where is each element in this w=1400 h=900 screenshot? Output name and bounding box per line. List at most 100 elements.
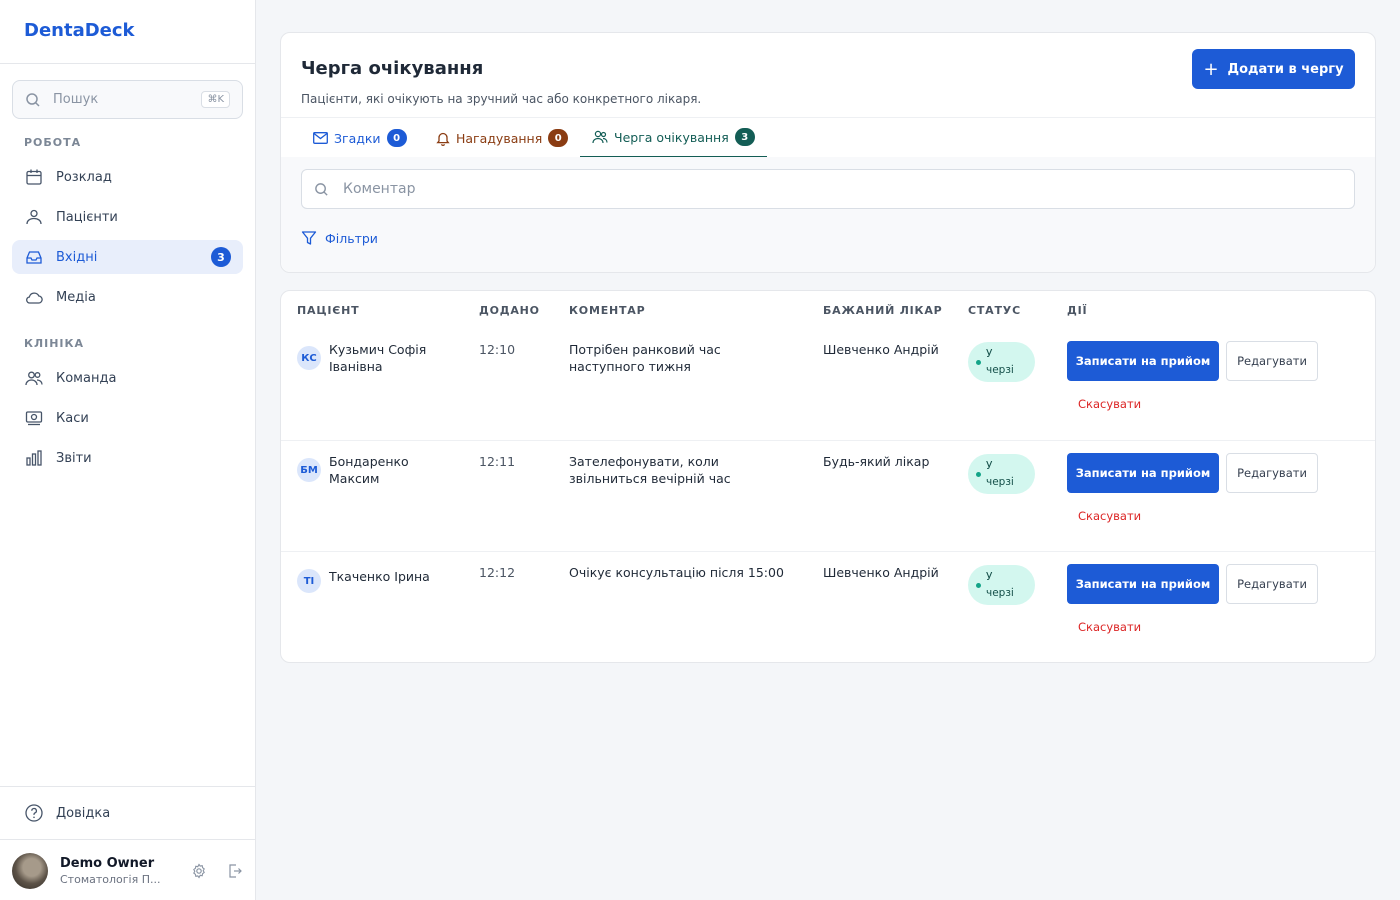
column-header[interactable]: БАЖАНИЙ ЛІКАР: [823, 304, 943, 317]
plus-icon: +: [1203, 58, 1219, 80]
sidebar-item-inbox[interactable]: Вхідні 3: [12, 240, 243, 274]
add-to-queue-label: Додати в чергу: [1227, 61, 1344, 77]
column-header[interactable]: СТАТУС: [968, 304, 1021, 317]
table-row: БМ Бондаренко Максим 12:11 Зателефонуват…: [281, 440, 1375, 551]
book-appointment-button[interactable]: Записати на прийом: [1067, 564, 1219, 604]
filters-toggle[interactable]: Фільтри: [301, 230, 378, 246]
sidebar-item-label: Пацієнти: [56, 209, 118, 225]
user-profile: Demo Owner Стоматологія П...: [0, 841, 255, 900]
tab-label: Згадки: [334, 130, 381, 146]
calendar-icon: [24, 167, 44, 187]
sidebar-item-label: Звіти: [56, 450, 92, 466]
tab-reminders[interactable]: Нагадування 0: [424, 118, 580, 158]
patient-name[interactable]: Бондаренко Максим: [329, 453, 449, 487]
tab-waitlist[interactable]: Черга очікування 3: [580, 118, 767, 158]
status-dot-icon: [976, 582, 981, 588]
section-label-work: РОБОТА: [24, 136, 82, 149]
sidebar-item-reports[interactable]: Звіти: [12, 441, 243, 475]
status-badge: У черзі: [968, 454, 1035, 494]
column-header[interactable]: ПАЦІЄНТ: [297, 304, 359, 317]
sidebar-item-label: Вхідні: [56, 249, 98, 265]
column-header[interactable]: ДОДАНО: [479, 304, 540, 317]
page-title: Черга очікування: [301, 58, 484, 79]
preferred-doctor: Шевченко Андрій: [823, 565, 939, 580]
table-row: ТІ Ткаченко Ірина 12:12 Очікує консульта…: [281, 551, 1375, 662]
sidebar-item-patients[interactable]: Пацієнти: [12, 200, 243, 234]
filter-icon: [301, 230, 317, 246]
team-icon: [24, 368, 44, 388]
inbox-icon: [24, 247, 44, 267]
search-shortcut: ⌘K: [201, 91, 230, 108]
add-to-queue-button[interactable]: + Додати в чергу: [1192, 49, 1355, 89]
bar-chart-icon: [24, 448, 44, 468]
status-dot-icon: [976, 359, 981, 365]
tab-label: Черга очікування: [614, 129, 729, 145]
cancel-button[interactable]: Скасувати: [1078, 509, 1141, 523]
column-header[interactable]: КОМЕНТАР: [569, 304, 646, 317]
tabs: Згадки 0 Нагадування 0 Черга очікування …: [281, 117, 1375, 158]
logout-icon[interactable]: [227, 863, 243, 879]
edit-button[interactable]: Редагувати: [1226, 341, 1318, 381]
status-badge: У черзі: [968, 342, 1035, 382]
avatar[interactable]: [12, 852, 48, 889]
comment-text: Потрібен ранковий час наступного тижня: [569, 342, 721, 374]
comment-search-input[interactable]: [343, 181, 1342, 197]
column-header: ДІЇ: [1067, 304, 1088, 317]
waitlist-header-card: Черга очікування Пацієнти, які очікують …: [280, 32, 1376, 273]
sidebar: DentaDeck Пошук ⌘K РОБОТА Розклад Пацієн…: [0, 0, 256, 900]
status-badge: У черзі: [968, 565, 1035, 605]
edit-button[interactable]: Редагувати: [1226, 564, 1318, 604]
status-dot-icon: [976, 471, 981, 477]
sidebar-item-team[interactable]: Команда: [12, 361, 243, 395]
status-text: У черзі: [986, 348, 1014, 376]
help-link[interactable]: Довідка: [0, 786, 255, 840]
sidebar-item-media[interactable]: Медіа: [12, 280, 243, 314]
help-icon: [24, 803, 44, 823]
patient-initials-avatar: БМ: [297, 458, 321, 482]
user-name: Demo Owner: [60, 855, 155, 871]
filters-label: Фільтри: [325, 230, 378, 246]
settings-icon[interactable]: [191, 862, 207, 879]
user-org: Стоматологія П...: [60, 872, 161, 886]
app-logo[interactable]: DentaDeck: [0, 0, 255, 64]
book-appointment-button[interactable]: Записати на прийом: [1067, 341, 1219, 381]
cash-icon: [24, 408, 44, 428]
patient-name[interactable]: Ткаченко Ірина: [329, 568, 449, 585]
tab-count-badge: 3: [734, 128, 755, 146]
bell-icon: [436, 131, 450, 146]
tab-count-badge: 0: [386, 129, 407, 147]
patient-initials-avatar: ТІ: [297, 569, 321, 593]
filter-panel: Фільтри: [281, 157, 1375, 272]
help-label: Довідка: [56, 805, 111, 821]
page-subtitle: Пацієнти, які очікують на зручний час аб…: [301, 92, 702, 106]
patient-name[interactable]: Кузьмич Софія Іванівна: [329, 341, 449, 375]
edit-button[interactable]: Редагувати: [1226, 453, 1318, 493]
cancel-button[interactable]: Скасувати: [1078, 620, 1141, 634]
section-label-clinic: КЛІНІКА: [24, 337, 85, 350]
added-time: 12:12: [479, 565, 516, 580]
preferred-doctor: Шевченко Андрій: [823, 342, 939, 357]
sidebar-search[interactable]: Пошук ⌘K: [12, 80, 243, 119]
sidebar-item-label: Каси: [56, 410, 89, 426]
tab-mentions[interactable]: Згадки 0: [301, 118, 419, 158]
inbox-count-badge: 3: [211, 247, 231, 267]
sidebar-item-schedule[interactable]: Розклад: [12, 160, 243, 194]
waitlist-table: ПАЦІЄНТ ДОДАНО КОМЕНТАР БАЖАНИЙ ЛІКАР СТ…: [280, 290, 1376, 663]
users-icon: [592, 130, 608, 144]
sidebar-item-label: Медіа: [56, 289, 96, 305]
sidebar-item-label: Команда: [56, 370, 117, 386]
mail-icon: [313, 132, 328, 144]
search-placeholder: Пошук: [53, 92, 99, 107]
sidebar-item-cash[interactable]: Каси: [12, 401, 243, 435]
book-appointment-button[interactable]: Записати на прийом: [1067, 453, 1219, 493]
status-text: У черзі: [986, 571, 1014, 599]
patients-icon: [24, 207, 44, 227]
cancel-button[interactable]: Скасувати: [1078, 397, 1141, 411]
tab-count-badge: 0: [548, 129, 569, 147]
preferred-doctor: Будь-який лікар: [823, 454, 930, 469]
added-time: 12:10: [479, 342, 516, 357]
cloud-icon: [24, 287, 44, 307]
tab-label: Нагадування: [456, 130, 543, 146]
table-row: КС Кузьмич Софія Іванівна 12:10 Потрібен…: [281, 329, 1375, 440]
comment-search-field[interactable]: [301, 169, 1355, 209]
